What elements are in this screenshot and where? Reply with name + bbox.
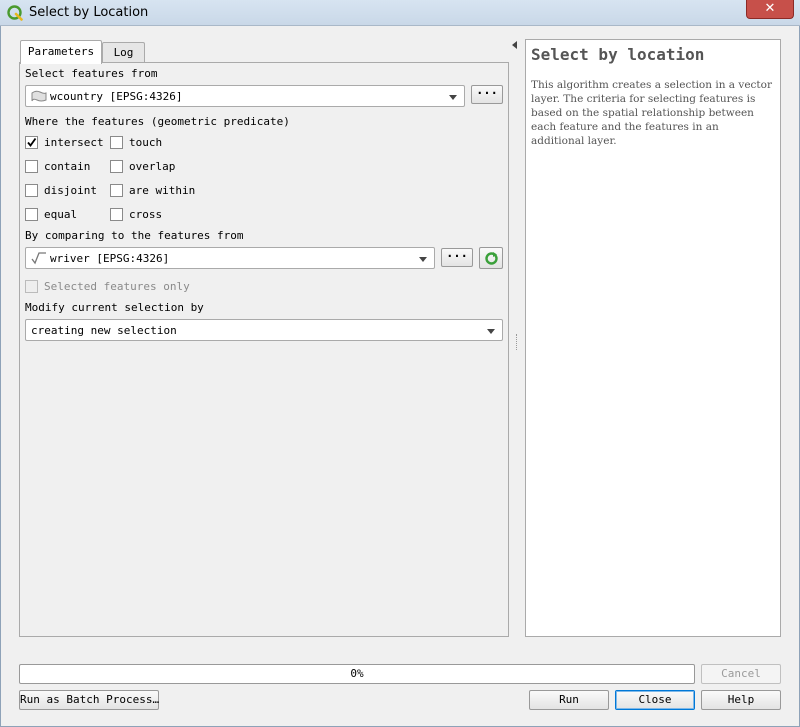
checkbox-disjoint[interactable]	[25, 184, 38, 197]
checkbox-cross[interactable]	[110, 208, 123, 221]
run-as-batch-button[interactable]: Run as Batch Process…	[19, 690, 159, 710]
checkbox-contain-label: contain	[44, 160, 91, 173]
chevron-down-icon	[487, 329, 495, 334]
checkbox-cross-label: cross	[129, 208, 163, 221]
polygon-layer-icon	[31, 90, 47, 102]
checkbox-overlap[interactable]	[110, 160, 123, 173]
modify-selection-value: creating new selection	[31, 324, 177, 337]
chevron-down-icon	[449, 95, 457, 100]
checkbox-contain[interactable]	[25, 160, 38, 173]
checkbox-equal-label: equal	[44, 208, 78, 221]
qgis-icon	[7, 5, 23, 21]
compare-label: By comparing to the features from	[25, 229, 244, 242]
collapse-arrow-icon[interactable]	[512, 41, 517, 49]
close-button[interactable]: Close	[615, 690, 695, 710]
help-panel: Select by location This algorithm create…	[525, 39, 781, 637]
select-from-browse-button[interactable]: ···	[471, 85, 503, 104]
window-title: Select by Location	[29, 5, 149, 20]
checkbox-touch-label: touch	[129, 136, 163, 149]
chevron-down-icon	[419, 257, 427, 262]
window-close-button[interactable]: ✕	[746, 0, 794, 19]
iterate-button[interactable]	[479, 247, 503, 269]
run-button[interactable]: Run	[529, 690, 609, 710]
checkbox-are-within-label: are within	[129, 184, 196, 197]
cancel-button[interactable]: Cancel	[701, 664, 781, 684]
compare-layer-value: wriver [EPSG:4326]	[50, 252, 170, 265]
checkmark-icon	[27, 137, 37, 147]
selected-only-label: Selected features only	[44, 280, 190, 293]
help-button[interactable]: Help	[701, 690, 781, 710]
checkbox-intersect[interactable]	[25, 136, 38, 149]
compare-layer-browse-button[interactable]: ···	[441, 248, 473, 267]
modify-selection-combo[interactable]: creating new selection	[25, 319, 503, 341]
modify-selection-label: Modify current selection by	[25, 301, 204, 314]
select-from-value: wcountry [EPSG:4326]	[50, 90, 183, 103]
line-layer-icon	[31, 252, 46, 265]
checkbox-are-within[interactable]	[110, 184, 123, 197]
checkbox-intersect-label: intersect	[44, 136, 104, 149]
compare-layer-combo[interactable]: wriver [EPSG:4326]	[25, 247, 435, 269]
checkbox-overlap-label: overlap	[129, 160, 176, 173]
splitter-handle[interactable]	[516, 334, 518, 350]
help-body: This algorithm creates a selection in a …	[531, 79, 772, 147]
checkbox-touch[interactable]	[110, 136, 123, 149]
select-from-label: Select features from	[25, 67, 158, 80]
iterate-icon	[485, 252, 498, 265]
tab-log[interactable]: Log	[102, 42, 145, 63]
select-from-combo[interactable]: wcountry [EPSG:4326]	[25, 85, 465, 107]
predicate-label: Where the features (geometric predicate)	[25, 115, 290, 128]
checkbox-disjoint-label: disjoint	[44, 184, 97, 197]
tab-parameters[interactable]: Parameters	[20, 40, 102, 64]
checkbox-selected-only[interactable]	[25, 280, 38, 293]
help-title: Select by location	[531, 45, 705, 64]
progress-text: 0%	[350, 667, 364, 680]
checkbox-equal[interactable]	[25, 208, 38, 221]
progress-bar: 0%	[19, 664, 695, 684]
